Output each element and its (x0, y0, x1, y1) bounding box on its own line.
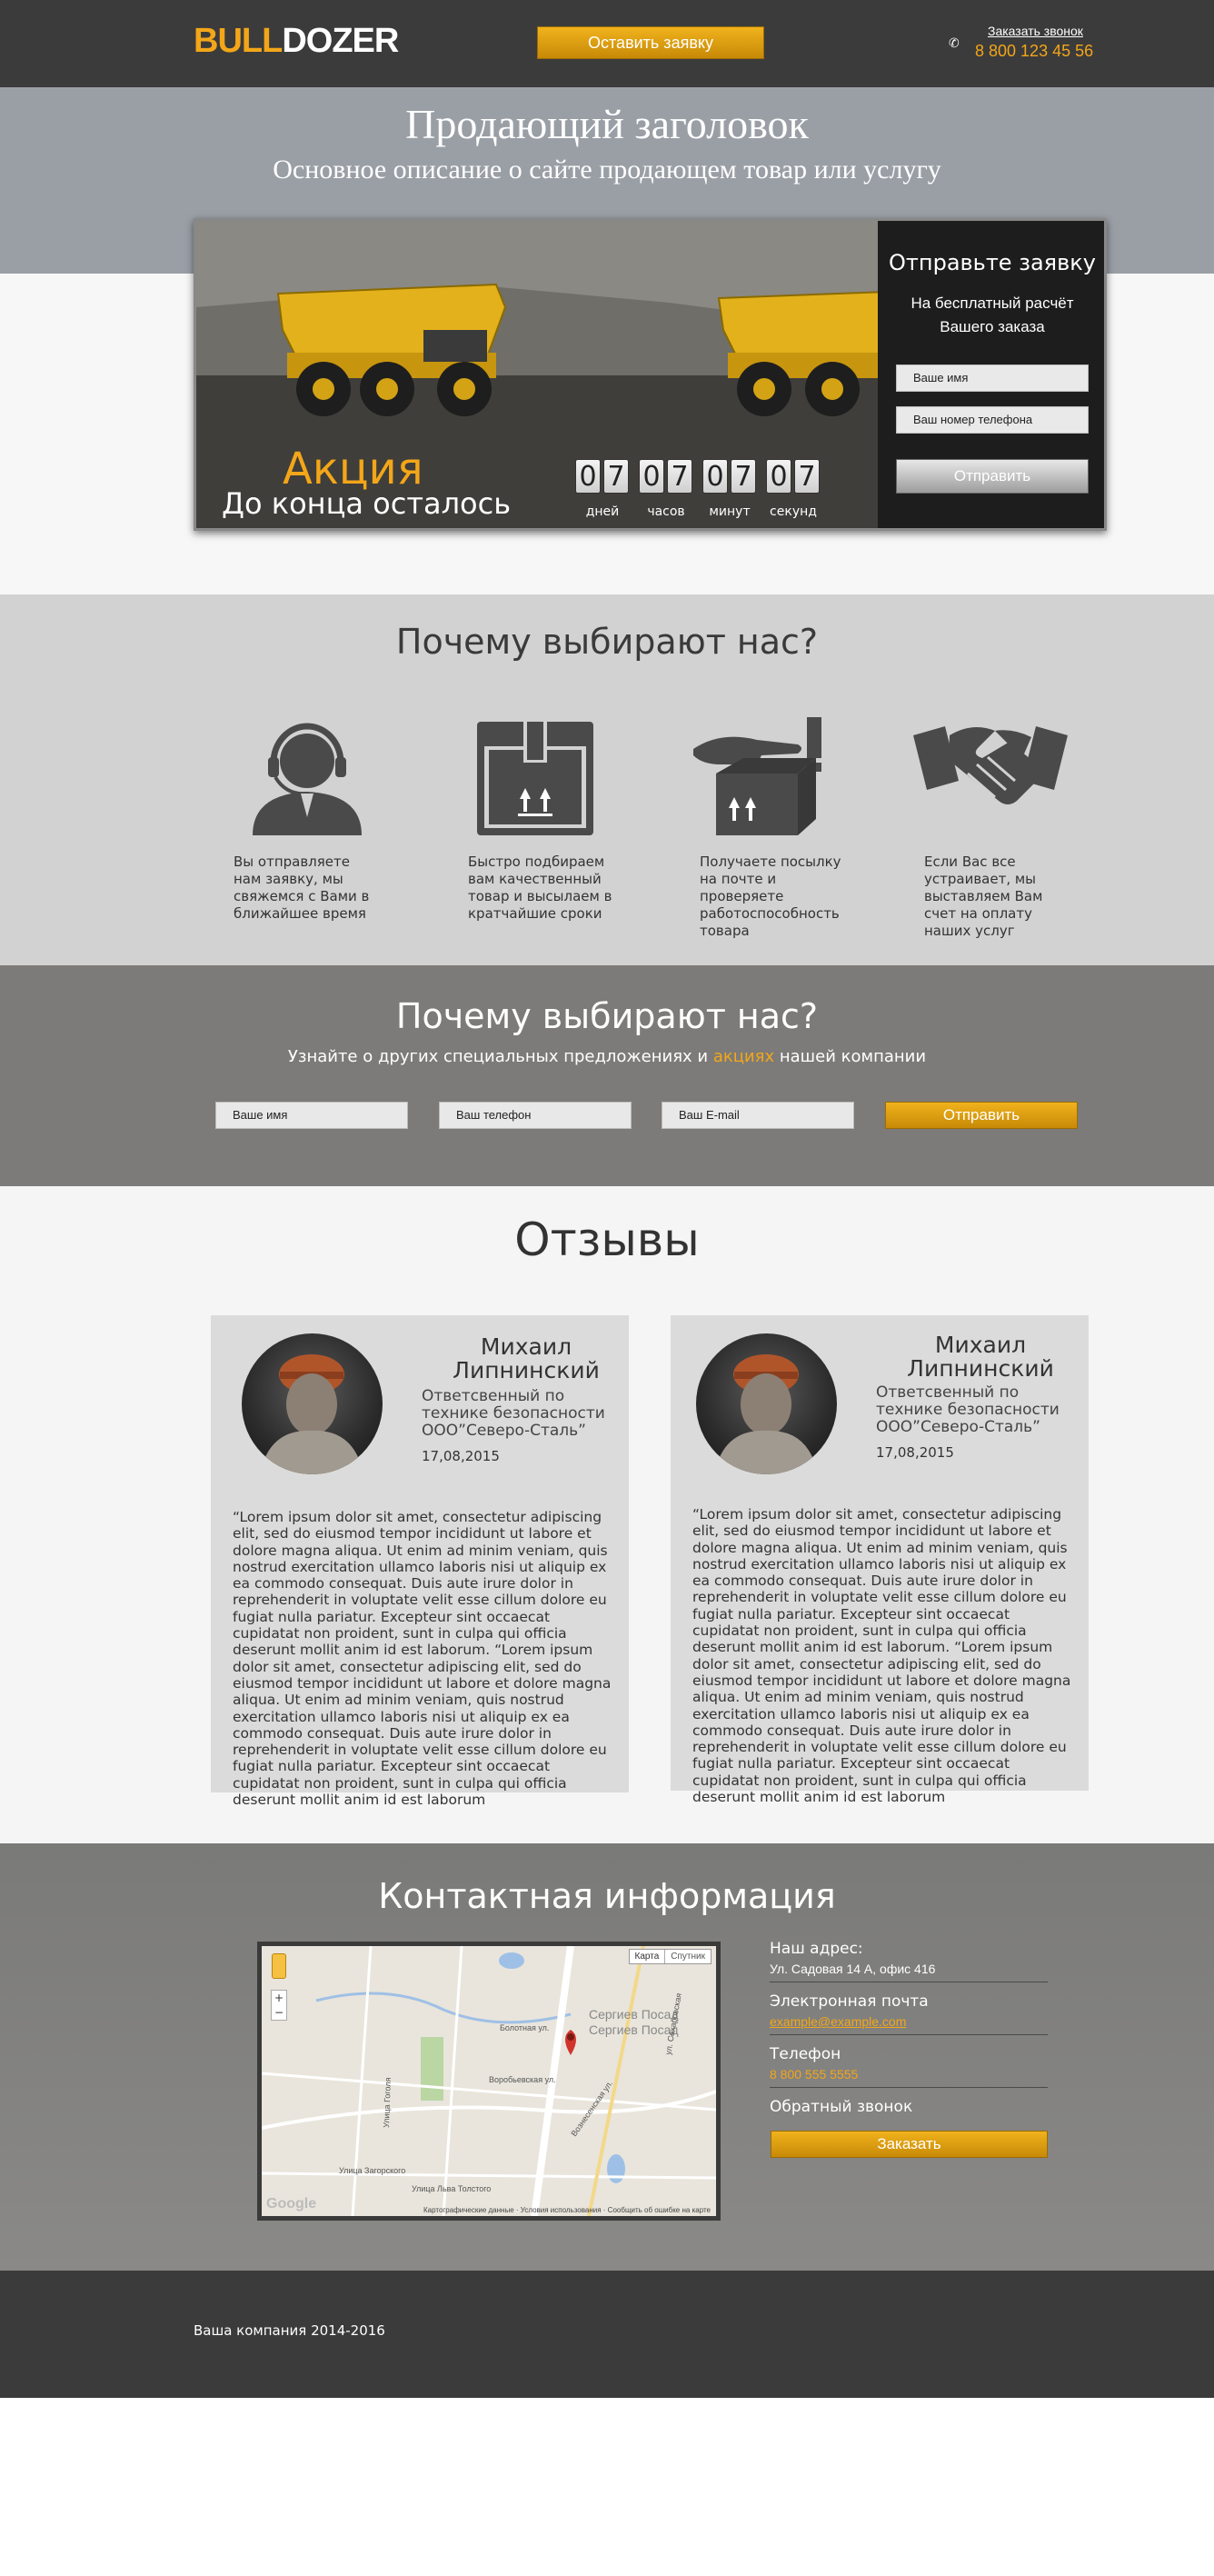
why-us-section: Почему выбирают нас? Вы отправляете нам … (0, 594, 1214, 965)
map-label-city-2: Сергиев Посад (589, 2022, 679, 2037)
timer-minutes-d1: 0 (702, 459, 728, 494)
special-offers-text-start: Узнайте о других специальных предложения… (287, 1047, 713, 1066)
timer-seconds-d1: 0 (766, 459, 791, 494)
handshake-icon (913, 717, 1068, 840)
hero-subtitle: Основное описание о сайте продающем това… (273, 155, 941, 185)
review-card: Михаил Липнинский Ответсвенный по техник… (671, 1315, 1089, 1805)
reviewer-avatar (696, 1333, 837, 1474)
review-text: “Lorem ipsum dolor sit amet, consectetur… (692, 1506, 1071, 1806)
timer-days-d1: 0 (575, 459, 601, 494)
google-logo: Google (266, 2196, 317, 2212)
timer-hours-d2: 7 (667, 459, 692, 494)
reviews-title: Отзывы (514, 1213, 700, 1266)
promo-countdown-caption: До конца осталось (222, 486, 512, 521)
request-form-subtitle-line1: На бесплатный расчёт (910, 295, 1074, 312)
callback-label: Обратный звонок (770, 2098, 913, 2116)
street-view-pegman-icon[interactable] (272, 1953, 286, 1979)
email-value: example@example.com (770, 2014, 906, 2029)
timer-label-hours: часов (647, 504, 685, 519)
timer-minutes-d2: 7 (731, 459, 756, 494)
map-footer-links[interactable]: Картографические данные · Условия исполь… (423, 2206, 711, 2214)
feature-text-3: Получаете посылку на почте и проверяете … (700, 854, 841, 939)
phone-label: Телефон (770, 2045, 841, 2063)
hero-title: Продающий заголовок (405, 101, 809, 147)
request-form-title: Отправьте заявку (889, 250, 1096, 275)
email-label: Электронная почта (770, 1992, 929, 2011)
map-zoom-out-button[interactable]: − (272, 2005, 286, 2020)
reviewer-name: Михаил Липнинский (453, 1333, 600, 1383)
reviewer-name: Михаил Липнинский (907, 1332, 1054, 1382)
timer-days-d2: 7 (603, 459, 629, 494)
contacts-section: Контактная информация Сергиев Посад Серг… (0, 1843, 1214, 2271)
special-offers-text: Узнайте о других специальных предложения… (0, 1047, 1214, 1066)
hand-package-icon (689, 717, 843, 840)
logo-part-bull: BULL (194, 22, 283, 60)
map-widget[interactable]: Сергиев Посад Сергиев Посад Болотная ул.… (257, 1942, 721, 2221)
reviewer-position: Ответсвенный по технике безопасности ООО… (422, 1387, 605, 1440)
map-label-street-vorobyevskaya: Воробьевская ул. (489, 2075, 556, 2084)
map-tab-map[interactable]: Карта (630, 1950, 665, 1963)
map-zoom-in-button[interactable]: + (272, 1991, 286, 2005)
order-callback-button[interactable]: Заказать (771, 2131, 1048, 2158)
phone-value: 8 800 555 5555 (770, 2067, 859, 2082)
feature-text-1: Вы отправляете нам заявку, мы свяжемся с… (234, 854, 370, 922)
contact-divider (770, 2087, 1048, 2088)
map-type-tabs: Карта Спутник (628, 1949, 711, 1964)
map-zoom-control: + − (271, 1990, 287, 2021)
special-offers-text-end: нашей компании (774, 1047, 927, 1066)
feature-text-2: Быстро подбираем вам качественный товар … (468, 854, 612, 922)
contact-divider (770, 2034, 1048, 2035)
feature-text-4: Если Вас все устраивает, мы выставляем В… (924, 854, 1043, 939)
header-phone: 8 800 123 45 56 (975, 42, 1094, 60)
map-label-street-zagorskogo: Улица Загорского (339, 2166, 405, 2175)
review-card: Михаил Липнинский Ответсвенный по техник… (211, 1315, 629, 1808)
phone-icon: ✆ (949, 36, 960, 51)
request-form: Отправьте заявку На бесплатный расчёт Ва… (878, 221, 1104, 528)
offers-submit-button[interactable]: Отправить (885, 1102, 1078, 1129)
request-form-subtitle-line2: Вашего заказа (940, 318, 1045, 335)
copyright: Ваша компания 2014-2016 (194, 2322, 385, 2339)
site-footer: Ваша компания 2014-2016 (0, 2271, 1214, 2398)
map-tab-satellite[interactable]: Спутник (664, 1950, 711, 1963)
timer-label-minutes: минут (709, 504, 751, 519)
special-offers-section: Почему выбирают нас? Узнайте о других сп… (0, 965, 1214, 1186)
timer-label-seconds: секунд (770, 504, 817, 519)
address-label: Наш адрес: (770, 1940, 863, 1958)
offers-name-input[interactable]: Ваше имя (215, 1102, 408, 1129)
map-label-street-gogolya: Улица Гоголя (382, 2077, 393, 2128)
reviewer-position: Ответсвенный по технике безопасности ООО… (876, 1383, 1060, 1436)
logo-part-dozer: DOZER (282, 22, 399, 60)
operator-headset-icon (230, 717, 384, 840)
map-label-city: Сергиев Посад (589, 2007, 679, 2022)
logo[interactable]: BULLDOZER (194, 22, 399, 61)
timer-hours-d1: 0 (639, 459, 664, 494)
request-name-input[interactable]: Ваше имя (896, 364, 1089, 392)
review-text: “Lorem ipsum dolor sit amet, consectetur… (233, 1509, 612, 1809)
request-submit-button[interactable]: Отправить (896, 459, 1089, 494)
special-offers-title: Почему выбирают нас? (395, 996, 819, 1036)
timer-label-days: дней (585, 504, 620, 519)
offers-phone-input[interactable]: Ваш телефон (439, 1102, 632, 1129)
box-icon (462, 717, 616, 840)
special-offers-highlight-link[interactable]: акциях (713, 1047, 774, 1066)
contacts-title: Контактная информация (378, 1876, 836, 1916)
leave-request-button[interactable]: Оставить заявку (537, 26, 764, 59)
review-date: 17,08,2015 (422, 1448, 500, 1464)
map-canvas: Сергиев Посад Сергиев Посад Болотная ул.… (262, 1946, 716, 2216)
offers-email-input[interactable]: Ваш E-mail (662, 1102, 854, 1129)
map-label-street-bolotnaya: Болотная ул. (500, 2023, 549, 2032)
address-value: Ул. Садовая 14 А, офис 416 (770, 1962, 936, 1976)
request-form-subtitle: На бесплатный расчёт Вашего заказа (896, 292, 1089, 339)
why-us-title: Почему выбирают нас? (395, 622, 819, 662)
reviewer-avatar (242, 1333, 383, 1474)
request-phone-input[interactable]: Ваш номер телефона (896, 406, 1089, 434)
map-label-street-tolstogo: Улица Льва Толстого (412, 2184, 491, 2193)
review-date: 17,08,2015 (876, 1444, 954, 1461)
callback-link[interactable]: Заказать звонок (988, 24, 1083, 38)
timer-seconds-d2: 7 (794, 459, 820, 494)
site-header: BULLDOZER Оставить заявку ✆ Заказать зво… (0, 0, 1214, 87)
email-link[interactable]: example@example.com (770, 2014, 906, 2029)
hero-banner: Акция До конца осталось 0 7 0 7 0 7 0 7 … (194, 218, 1107, 531)
reviews-section: Отзывы Михаил Липнинский Ответсвенный по… (0, 1186, 1214, 1843)
